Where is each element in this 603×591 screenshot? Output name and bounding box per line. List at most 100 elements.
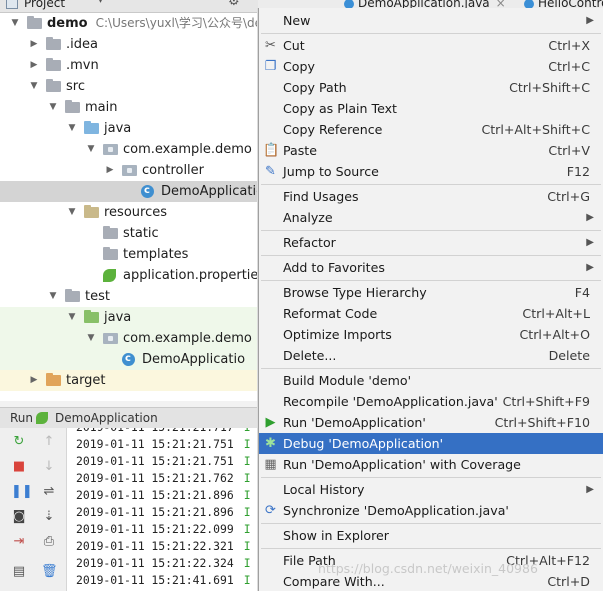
tree-node-text: test [85,289,110,304]
expand-arrow-icon[interactable]: ▼ [67,307,77,328]
menu-item-label: Copy as Plain Text [283,101,397,116]
menu-separator [261,477,601,478]
tree-node[interactable]: ▼ com.example.demo [0,328,258,349]
log-line: 2019-01-11 15:21:21.751 I [76,453,251,470]
tree-node[interactable]: ▼ resources [0,202,258,223]
tree-node-text: resources [104,205,168,220]
trash-icon[interactable]: 🗑 [41,564,58,580]
tree-node[interactable]: ▼ com.example.demo [0,139,258,160]
expand-arrow-icon[interactable]: ▼ [48,97,58,118]
collapse-arrow-icon[interactable]: ▶ [29,370,39,391]
tree-node[interactable]: ▼ demo C:\Users\yuxl\学习\公众号\de [0,13,258,34]
tree-node-label: .mvn [66,55,99,76]
stop-icon[interactable]: ■ [11,459,27,475]
menu-separator [261,33,601,34]
menu-item-shortcut: Ctrl+Alt+Shift+C [481,122,590,137]
exit-icon[interactable]: ⇥ [11,534,27,550]
tree-node[interactable]: ▶ controller [0,160,258,181]
tree-node[interactable]: ▼ test [0,286,258,307]
expand-arrow-icon[interactable]: ▼ [48,286,58,307]
collapse-arrow-icon[interactable]: ▶ [105,160,115,181]
expand-arrow-icon[interactable]: ▼ [67,118,77,139]
log-line: 2019-01-11 15:21:21.751 I [76,436,251,453]
expand-arrow-icon[interactable]: ▼ [86,139,96,160]
menu-item-label: Local History [283,482,365,497]
tree-node[interactable]: application.properties [0,265,258,286]
chevron-down-icon[interactable]: ▾ [98,0,103,6]
arrow-down-icon[interactable]: ↓ [41,459,57,475]
tree-node[interactable]: DemoApplicatio [0,349,258,370]
menu-item-copy-path[interactable]: Copy Path Ctrl+Shift+C [259,77,603,98]
menu-item-show-in-explorer[interactable]: Show in Explorer [259,525,603,546]
menu-item-run-demoapplication-with-coverage[interactable]: ▦ Run 'DemoApplication' with Coverage [259,454,603,475]
log-timestamp: 2019-01-11 15:21:21.717 [76,428,234,434]
tree-node[interactable]: ▶ target [0,370,258,391]
menu-item-analyze[interactable]: Analyze ▶ [259,207,603,228]
pause-icon[interactable]: ❚❚ [11,484,33,500]
expand-arrow-icon[interactable]: ▼ [10,13,20,34]
gear-icon[interactable]: ⚙ [228,0,240,9]
menu-item-local-history[interactable]: Local History ▶ [259,479,603,500]
menu-item-run-demoapplication[interactable]: ▶ Run 'DemoApplication' Ctrl+Shift+F10 [259,412,603,433]
tree-node[interactable]: ▼ src [0,76,258,97]
menu-item-optimize-imports[interactable]: Optimize Imports Ctrl+Alt+O [259,324,603,345]
menu-item-delete[interactable]: Delete... Delete [259,345,603,366]
expand-arrow-icon[interactable]: ▼ [86,328,96,349]
menu-item-paste[interactable]: 📋 Paste Ctrl+V [259,140,603,161]
scroll-to-end-icon[interactable]: ⇣ [41,509,57,525]
menu-item-shortcut: Ctrl+G [547,189,590,204]
menu-item-reformat-code[interactable]: Reformat Code Ctrl+Alt+L [259,303,603,324]
camera-icon[interactable]: ◙ [11,509,27,525]
print-icon[interactable]: ⎙ [41,534,57,550]
tree-node[interactable]: ▼ java [0,307,258,328]
project-panel-title[interactable]: Project [24,0,65,10]
menu-item-refactor[interactable]: Refactor ▶ [259,232,603,253]
tree-node[interactable]: templates [0,244,258,265]
console-output[interactable]: 2019-01-11 15:21:21.717I2019-01-11 15:21… [67,428,258,591]
tree-node[interactable]: ▶ .idea [0,34,258,55]
jump-to-source-icon: ✎ [265,164,276,179]
tree-node[interactable]: ▼ main [0,97,258,118]
folder-icon [27,16,42,29]
run-config-name[interactable]: DemoApplication [55,408,158,428]
menu-item-label: Refactor [283,235,336,250]
tree-node-label: java [104,118,131,139]
menu-item-find-usages[interactable]: Find Usages Ctrl+G [259,186,603,207]
menu-item-add-to-favorites[interactable]: Add to Favorites ▶ [259,257,603,278]
rerun-icon[interactable]: ↻ [11,434,27,450]
log-line: 2019-01-11 15:21:21.762 I [76,470,251,487]
menu-item-debug-demoapplication[interactable]: ✱ Debug 'DemoApplication' [259,433,603,454]
menu-item-shortcut: Delete [548,348,590,363]
arrow-up-icon[interactable]: ↑ [41,434,57,450]
tree-node[interactable]: static [0,223,258,244]
tree-node-label: DemoApplication [161,181,258,202]
menu-item-copy-as-plain-text[interactable]: Copy as Plain Text [259,98,603,119]
run-panel-title[interactable]: Run [10,408,33,428]
collapse-arrow-icon[interactable]: ▶ [29,34,39,55]
menu-item-new[interactable]: New ▶ [259,10,603,31]
soft-wrap-icon[interactable]: ⇌ [41,484,57,500]
log-line: 2019-01-11 15:21:22.321 I [76,538,251,555]
menu-item-recompile-demoapplication-java[interactable]: Recompile 'DemoApplication.java' Ctrl+Shi… [259,391,603,412]
layout-icon[interactable]: ▤ [11,564,27,580]
menu-item-copy-reference[interactable]: Copy Reference Ctrl+Alt+Shift+C [259,119,603,140]
menu-item-build-module-demo[interactable]: Build Module 'demo' [259,370,603,391]
menu-item-jump-to-source[interactable]: ✎ Jump to Source F12 [259,161,603,182]
menu-item-copy[interactable]: ❐ Copy Ctrl+C [259,56,603,77]
expand-arrow-icon[interactable]: ▼ [67,202,77,223]
tree-node-text: main [85,100,118,115]
tree-node[interactable]: ▼ java [0,118,258,139]
menu-item-cut[interactable]: ✂ Cut Ctrl+X [259,35,603,56]
package-icon [103,333,118,344]
tree-node-label: target [66,370,106,391]
tree-node[interactable]: ▶ .mvn [0,55,258,76]
menu-item-browse-type-hierarchy[interactable]: Browse Type Hierarchy F4 [259,282,603,303]
tree-node[interactable]: DemoApplication [0,181,258,202]
tree-node-text: application.properties [123,268,258,283]
collapse-arrow-icon[interactable]: ▶ [29,55,39,76]
menu-item-shortcut: Ctrl+Alt+O [519,327,590,342]
debug-icon: ✱ [265,436,276,451]
expand-arrow-icon[interactable]: ▼ [29,76,39,97]
menu-item-synchronize-demoapplication-java[interactable]: ⟳ Synchronize 'DemoApplication.java' [259,500,603,521]
spring-boot-icon [36,412,48,424]
